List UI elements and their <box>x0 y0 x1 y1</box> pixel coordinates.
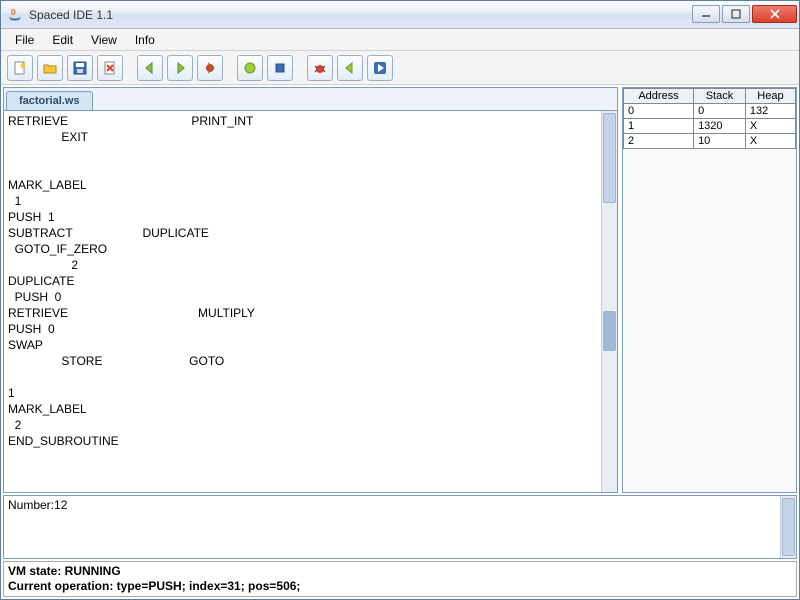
editor-pane: factorial.ws RETRIEVE PRINT_INT EXIT MAR… <box>3 87 618 493</box>
debug-button[interactable] <box>307 55 333 81</box>
menu-edit[interactable]: Edit <box>44 31 81 49</box>
close-button[interactable] <box>752 5 797 23</box>
code-editor[interactable]: RETRIEVE PRINT_INT EXIT MARK_LABEL 1 PUS… <box>4 111 601 492</box>
cell-address: 2 <box>624 134 694 149</box>
scrollbar-thumb[interactable] <box>782 498 795 556</box>
stop-button[interactable] <box>267 55 293 81</box>
continue-button[interactable] <box>367 55 393 81</box>
cell-stack: 0 <box>694 104 746 119</box>
cell-heap: X <box>745 134 795 149</box>
java-icon <box>7 7 23 23</box>
debug-stop-button[interactable] <box>197 55 223 81</box>
content-area: factorial.ws RETRIEVE PRINT_INT EXIT MAR… <box>1 85 799 599</box>
cell-address: 0 <box>624 104 694 119</box>
upper-split: factorial.ws RETRIEVE PRINT_INT EXIT MAR… <box>3 87 797 493</box>
editor-body: RETRIEVE PRINT_INT EXIT MARK_LABEL 1 PUS… <box>4 110 617 492</box>
open-file-button[interactable] <box>37 55 63 81</box>
new-file-button[interactable] <box>7 55 33 81</box>
step-back-button[interactable] <box>137 55 163 81</box>
cell-address: 1 <box>624 119 694 134</box>
minimize-button[interactable] <box>692 5 720 23</box>
cell-stack: 1320 <box>694 119 746 134</box>
titlebar: Spaced IDE 1.1 <box>1 1 799 29</box>
window-controls <box>690 5 797 25</box>
cell-heap: X <box>745 119 795 134</box>
memory-pane: Address Stack Heap 0013211320X210X <box>622 87 797 493</box>
app-window: Spaced IDE 1.1 File Edit View Info <box>0 0 800 600</box>
scrollbar-thumb[interactable] <box>603 113 616 203</box>
window-title: Spaced IDE 1.1 <box>29 8 690 22</box>
console-pane: Number:12 <box>3 495 797 559</box>
run-button[interactable] <box>237 55 263 81</box>
vm-state-text: VM state: RUNNING <box>8 564 792 579</box>
cell-heap: 132 <box>745 104 795 119</box>
table-row[interactable]: 00132 <box>624 104 796 119</box>
menu-view[interactable]: View <box>83 31 125 49</box>
menu-file[interactable]: File <box>7 31 42 49</box>
tab-factorial[interactable]: factorial.ws <box>6 91 93 110</box>
console-output[interactable]: Number:12 <box>4 496 780 558</box>
menubar: File Edit View Info <box>1 29 799 51</box>
console-scrollbar[interactable] <box>780 496 796 558</box>
current-op-text: Current operation: type=PUSH; index=31; … <box>8 579 792 594</box>
step-forward-button[interactable] <box>167 55 193 81</box>
maximize-button[interactable] <box>722 5 750 23</box>
toolbar <box>1 51 799 85</box>
table-row[interactable]: 11320X <box>624 119 796 134</box>
col-stack[interactable]: Stack <box>694 89 746 104</box>
col-address[interactable]: Address <box>624 89 694 104</box>
col-heap[interactable]: Heap <box>745 89 795 104</box>
editor-scrollbar[interactable] <box>601 111 617 492</box>
cell-stack: 10 <box>694 134 746 149</box>
menu-info[interactable]: Info <box>127 31 163 49</box>
scrollbar-marker <box>603 311 616 351</box>
step-into-button[interactable] <box>337 55 363 81</box>
status-pane: VM state: RUNNING Current operation: typ… <box>3 561 797 597</box>
table-row[interactable]: 210X <box>624 134 796 149</box>
editor-tabs: factorial.ws <box>4 88 617 110</box>
close-file-button[interactable] <box>97 55 123 81</box>
save-file-button[interactable] <box>67 55 93 81</box>
memory-table: Address Stack Heap 0013211320X210X <box>623 88 796 149</box>
